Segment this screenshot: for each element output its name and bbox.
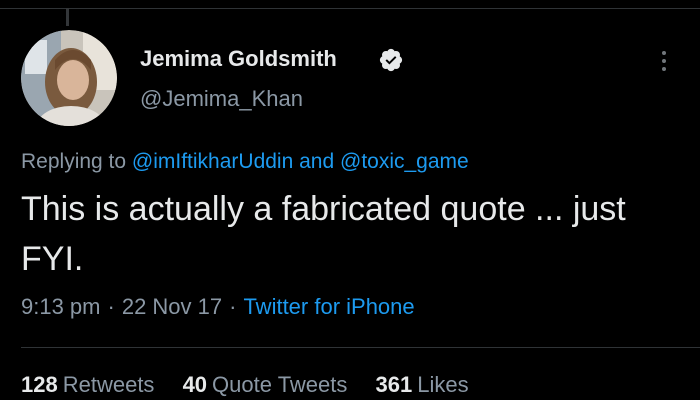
tweet-meta: 9:13 pm · 22 Nov 17 · Twitter for iPhone (21, 294, 415, 320)
mention-link-1[interactable]: @imIftikharUddin (132, 150, 293, 173)
tweet-stats: 128 Retweets 40 Quote Tweets 361 Likes (21, 372, 491, 398)
tweet-source-link[interactable]: Twitter for iPhone (243, 294, 414, 319)
verified-badge-icon (378, 47, 404, 73)
tweet-text: This is actually a fabricated quote ... … (21, 190, 626, 278)
likes-label: Likes (417, 372, 469, 397)
mention-conjunction: and (293, 150, 340, 173)
replying-to-line: Replying to @imIftikharUddin and @toxic_… (21, 150, 469, 174)
author-name[interactable]: Jemima Goldsmith (140, 46, 337, 72)
quote-tweets-label: Quote Tweets (212, 372, 348, 397)
author-handle[interactable]: @Jemima_Khan (140, 86, 303, 112)
replying-prefix: Replying to (21, 150, 132, 173)
top-border (0, 0, 700, 9)
more-options-icon[interactable] (652, 44, 676, 78)
meta-separator: · (229, 294, 237, 319)
divider (21, 347, 700, 348)
likes-count: 361 (375, 372, 413, 397)
avatar[interactable] (21, 30, 117, 126)
meta-separator: · (107, 294, 115, 319)
likes-stat[interactable]: 361 Likes (376, 372, 469, 397)
tweet-date[interactable]: 22 Nov 17 (122, 294, 222, 319)
quote-tweets-stat[interactable]: 40 Quote Tweets (183, 372, 348, 397)
retweets-stat[interactable]: 128 Retweets (21, 372, 154, 397)
retweets-count: 128 (21, 372, 58, 397)
avatar-photo (21, 30, 117, 126)
tweet-time[interactable]: 9:13 pm (21, 294, 101, 319)
mention-link-2[interactable]: @toxic_game (340, 150, 469, 173)
quote-tweets-count: 40 (182, 372, 208, 397)
thread-connector-line (66, 8, 69, 26)
retweets-label: Retweets (62, 372, 155, 397)
